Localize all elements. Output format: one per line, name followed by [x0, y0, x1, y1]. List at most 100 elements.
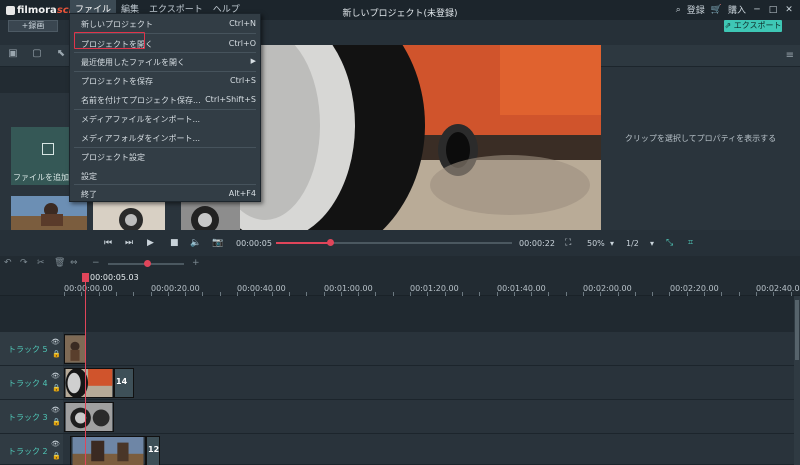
menu-item-new-project[interactable]: 新しいプロジェクト Ctrl+N — [70, 14, 260, 33]
quality-select[interactable]: 1/2 — [626, 239, 639, 248]
empty-track-area — [0, 296, 800, 332]
track-header: トラック 2 👁 🔒 — [0, 434, 63, 464]
track-label: トラック 4 — [8, 379, 48, 388]
track-5[interactable]: トラック 5 👁 🔒 — [0, 332, 800, 366]
menu-edit[interactable]: 編集 — [116, 0, 144, 15]
buy-link[interactable]: 購入 — [728, 3, 746, 16]
menu-item-import-folder[interactable]: メディアフォルダをインポート... — [70, 128, 260, 147]
track-header: トラック 4 👁 🔒 — [0, 366, 63, 399]
eye-icon[interactable]: 👁 — [51, 406, 60, 414]
preview-frame — [240, 45, 601, 230]
search-icon[interactable]: ⌕ — [676, 5, 681, 15]
volume-icon[interactable]: 🔈 — [190, 238, 201, 248]
close-icon[interactable]: ✕ — [784, 5, 794, 15]
lock-icon[interactable]: 🔒 — [52, 350, 61, 358]
delete-icon[interactable]: 🗑 — [54, 258, 65, 268]
pan-icon[interactable]: ⤡ — [666, 238, 673, 248]
window-title: 新しいプロジェクト(未登録) — [342, 9, 458, 19]
menu-item-label: プロジェクトを保存 — [81, 77, 153, 86]
logo-icon — [6, 5, 15, 15]
menu-item-label: 設定 — [81, 172, 97, 181]
stop-icon[interactable]: ■ — [170, 238, 179, 248]
text-tab-icon[interactable]: ▢ — [28, 48, 46, 64]
quality-dropdown-icon[interactable]: ▾ — [650, 239, 654, 248]
play-icon[interactable]: ▶ — [147, 238, 154, 248]
next-frame-icon[interactable]: ⏭ — [125, 238, 133, 248]
zoom-out-icon[interactable]: − — [92, 258, 100, 268]
timeline-scrollbar-thumb[interactable] — [795, 300, 799, 360]
minimize-icon[interactable]: ─ — [752, 5, 762, 15]
ruler-label: 00:01:20.00 — [410, 284, 459, 293]
logo-text: filmora — [17, 4, 57, 16]
menu-item-shortcut: Ctrl+Shift+S — [205, 95, 256, 104]
submenu-arrow-icon: ▶ — [250, 57, 256, 65]
video-preview[interactable] — [240, 45, 601, 230]
lock-icon[interactable]: 🔒 — [52, 452, 61, 460]
fit-icon[interactable]: ⇔ — [70, 258, 78, 268]
playhead-marker[interactable] — [82, 273, 89, 282]
undo-icon[interactable]: ↶ — [4, 258, 12, 268]
cart-icon[interactable]: 🛒 — [711, 5, 722, 15]
zoom-in-icon[interactable]: + — [192, 258, 200, 268]
media-tab-icon[interactable]: ▣ — [4, 48, 22, 64]
track-4[interactable]: トラック 4 👁 🔒 14 — [0, 366, 800, 400]
playhead-time: 00:00:05.03 — [90, 273, 139, 282]
menu-item-shortcut: Ctrl+S — [229, 76, 256, 85]
cut-icon[interactable]: ✂ — [37, 258, 45, 268]
ruler-label: 00:00:20.00 — [151, 284, 200, 293]
menu-item-label: 最近使用したファイルを開く — [81, 58, 185, 67]
cursor-tab-icon[interactable]: ⬉ — [52, 48, 70, 64]
menu-item-recent-files[interactable]: 最近使用したファイルを開く ▶ — [70, 52, 260, 71]
ruler-label: 00:02:40.0 — [756, 284, 800, 293]
menu-item-import-media[interactable]: メディアファイルをインポート... — [70, 109, 260, 128]
video-clip[interactable] — [64, 368, 114, 398]
lock-icon[interactable]: 🔒 — [52, 384, 61, 392]
timeline-zoom-handle[interactable] — [144, 260, 151, 267]
lock-icon[interactable]: 🔒 — [52, 418, 61, 426]
ruler-label: 00:00:00.00 — [64, 284, 113, 293]
menu-item-project-settings[interactable]: プロジェクト設定 — [70, 147, 260, 166]
fullscreen-icon[interactable]: ⛶ — [565, 238, 571, 248]
zoom-dropdown-icon[interactable]: ▾ — [610, 239, 614, 248]
menu-item-save-project[interactable]: プロジェクトを保存 Ctrl+S — [70, 71, 260, 90]
menu-item-label: プロジェクト設定 — [81, 153, 145, 162]
menu-item-label: 終了 — [81, 190, 97, 199]
menu-export[interactable]: エクスポート — [144, 0, 208, 15]
ruler-label: 00:01:40.00 — [497, 284, 546, 293]
track-2[interactable]: トラック 2 👁 🔒 12 — [0, 434, 800, 465]
eye-icon[interactable]: 👁 — [51, 372, 60, 380]
menu-item-settings[interactable]: 設定 — [70, 166, 260, 185]
video-clip[interactable] — [64, 334, 86, 364]
clip-count-badge: 14 — [116, 377, 128, 386]
video-clip[interactable] — [70, 436, 146, 465]
crop-icon[interactable]: ⌗ — [688, 238, 693, 248]
export-button[interactable]: ⇗ エクスポート — [724, 20, 782, 32]
properties-panel: ≡ クリップを選択してプロパティを表示する — [601, 45, 800, 230]
redo-icon[interactable]: ↷ — [20, 258, 28, 268]
login-link[interactable]: 登録 — [687, 3, 705, 16]
menu-item-label: メディアファイルをインポート... — [81, 115, 201, 124]
eye-icon[interactable]: 👁 — [51, 440, 60, 448]
export-label: エクスポート — [733, 21, 782, 30]
track-header: トラック 5 👁 🔒 — [0, 332, 63, 365]
maximize-icon[interactable]: □ — [768, 5, 778, 15]
zoom-select[interactable]: 50% — [587, 239, 605, 248]
total-time: 00:00:22 — [519, 239, 555, 248]
menu-help[interactable]: ヘルプ — [208, 0, 245, 15]
eye-icon[interactable]: 👁 — [51, 338, 60, 346]
properties-hint: クリップを選択してプロパティを表示する — [624, 134, 777, 143]
menu-icon[interactable]: ≡ — [786, 50, 794, 61]
prev-frame-icon[interactable]: ⏮ — [104, 238, 112, 248]
playhead-line[interactable] — [85, 282, 86, 465]
menu-item-save-as[interactable]: 名前を付けてプロジェクト保存... Ctrl+Shift+S — [70, 90, 260, 109]
menu-item-exit[interactable]: 終了 Alt+F4 — [70, 184, 260, 203]
menu-file[interactable]: ファイル — [70, 0, 117, 15]
clip-count-badge: 12 — [148, 445, 160, 454]
record-button[interactable]: +録画 — [8, 20, 58, 32]
track-label: トラック 2 — [8, 447, 48, 456]
video-clip[interactable] — [64, 402, 114, 432]
menu-item-shortcut: Ctrl+O — [228, 39, 256, 48]
track-3[interactable]: トラック 3 👁 🔒 — [0, 400, 800, 434]
ruler-label: 00:02:00.00 — [583, 284, 632, 293]
snapshot-icon[interactable]: 📷 — [212, 238, 223, 248]
